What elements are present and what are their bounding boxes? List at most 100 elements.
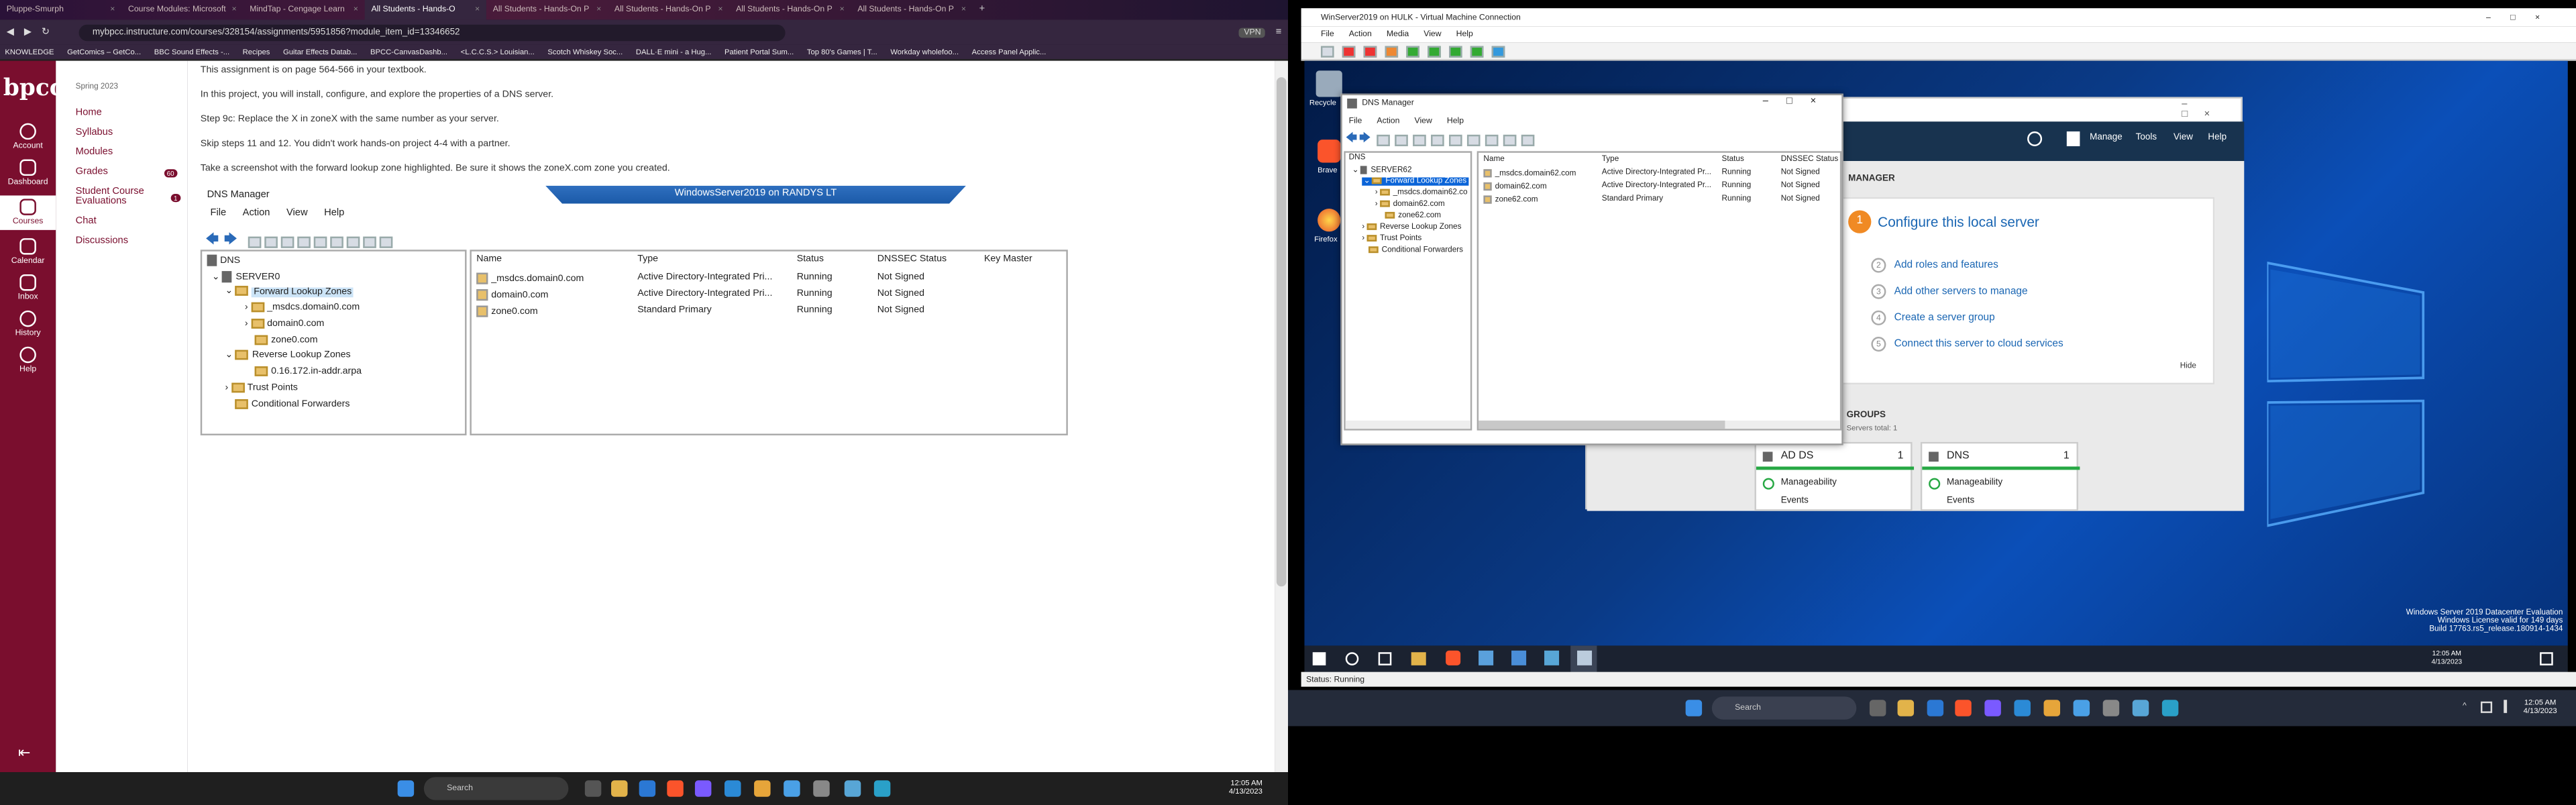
bookmark[interactable]: Access Panel Applic... xyxy=(972,48,1046,56)
step-5[interactable]: 5 Connect this server to cloud services xyxy=(1871,337,2063,352)
browser-tab[interactable]: MindTap - Cengage Learn × xyxy=(243,0,364,19)
row-name[interactable]: zone62.com xyxy=(1483,195,1538,205)
task-view-icon[interactable] xyxy=(1869,700,1886,716)
save-icon[interactable] xyxy=(1385,45,1399,57)
configure-link[interactable]: Configure this local server xyxy=(1878,213,2039,229)
bookmark[interactable]: BPCC-CanvasDashb... xyxy=(370,48,447,56)
menu-item[interactable]: File xyxy=(1349,117,1362,127)
file-explorer-icon[interactable] xyxy=(611,780,628,797)
new-tab-icon[interactable]: + xyxy=(979,5,985,15)
bookmark[interactable]: KNOWLEDGE xyxy=(5,48,54,56)
toolbar-icon[interactable] xyxy=(1395,134,1409,146)
browser-tab[interactable]: All Students - Hands-On P × xyxy=(608,0,729,19)
server-manager-icon[interactable] xyxy=(1479,650,1494,665)
close-icon[interactable]: × xyxy=(354,5,358,15)
nav-dashboard[interactable]: Dashboard xyxy=(0,159,56,187)
step-2[interactable]: 2 Add roles and features xyxy=(1871,258,1998,273)
close-icon[interactable]: × xyxy=(475,5,480,15)
tree-scrollbar[interactable] xyxy=(1345,420,1470,429)
browser-tab[interactable]: All Students - Hands-On P × xyxy=(851,0,973,19)
close-icon[interactable]: × xyxy=(840,5,845,15)
tree-node[interactable]: › _msdcs.domain62.co xyxy=(1375,189,1468,198)
taskbar-search[interactable]: Search xyxy=(423,777,569,800)
reset-icon[interactable] xyxy=(1449,45,1462,57)
forward-arrow-icon[interactable]: 🡆 xyxy=(1359,131,1371,150)
taskbar-search[interactable]: Search xyxy=(1711,696,1857,720)
tree-node[interactable]: zone62.com xyxy=(1385,211,1441,221)
vm-clock[interactable]: 12:05 AM 4/13/2023 xyxy=(2431,649,2462,665)
close-icon[interactable]: × xyxy=(110,5,115,15)
forward-icon[interactable]: ▶ xyxy=(24,26,32,38)
back-arrow-icon[interactable]: 🡄 xyxy=(1346,131,1358,150)
toolbar-icon[interactable] xyxy=(1377,134,1391,146)
bookmark[interactable]: Guitar Effects Datab... xyxy=(283,48,357,56)
tree-node-selected[interactable]: ⌄ Forward Lookup Zones xyxy=(1362,177,1468,186)
terminal-icon[interactable] xyxy=(813,780,830,797)
menu-help[interactable]: Help xyxy=(2208,133,2226,143)
bookmark[interactable]: Workday wholefoo... xyxy=(890,48,959,56)
column-header[interactable]: Type xyxy=(1602,156,1619,164)
app-icon[interactable] xyxy=(754,780,771,797)
role-tile-dns[interactable]: DNS 1 Manageability Events xyxy=(1920,441,2080,511)
hide-link[interactable]: Hide xyxy=(2180,363,2196,371)
app-icon[interactable] xyxy=(873,780,891,797)
step-3[interactable]: 3 Add other servers to manage xyxy=(1871,284,2028,299)
brave-icon[interactable] xyxy=(1955,700,1972,716)
vpn-badge[interactable]: VPN xyxy=(1239,27,1266,38)
nav-account[interactable]: Account xyxy=(0,123,56,151)
back-icon[interactable]: ◀ xyxy=(7,26,14,38)
vscode-icon[interactable] xyxy=(724,780,741,797)
tree-node[interactable]: › Trust Points xyxy=(1362,235,1421,244)
column-header[interactable]: Name xyxy=(1483,156,1504,164)
menu-view[interactable]: View xyxy=(2174,133,2193,143)
browser-tab[interactable]: All Students - Hands-On P × xyxy=(486,0,608,19)
app-icon[interactable] xyxy=(2043,700,2061,716)
bookmark[interactable]: Top 80's Games | T... xyxy=(807,48,877,56)
toolbar-icon[interactable] xyxy=(1450,134,1463,146)
column-header[interactable]: Status xyxy=(1722,156,1744,164)
row-name[interactable]: domain62.com xyxy=(1483,182,1547,192)
course-link-evaluations[interactable]: Student Course Evaluations 1 xyxy=(76,187,181,207)
enhanced-session-icon[interactable] xyxy=(1491,45,1505,57)
bookmark[interactable]: Recipes xyxy=(243,48,270,56)
row-name[interactable]: _msdcs.domain62.com xyxy=(1483,169,1576,178)
course-link-syllabus[interactable]: Syllabus xyxy=(76,128,188,138)
menu-icon[interactable]: ≡ xyxy=(1276,27,1282,37)
refresh-icon[interactable] xyxy=(2027,131,2043,146)
tree-node[interactable]: DNS xyxy=(1349,154,1366,162)
menu-view[interactable]: View xyxy=(1424,30,1441,40)
ctrl-alt-del-icon[interactable] xyxy=(1320,45,1334,57)
windows-start-icon[interactable] xyxy=(1312,652,1326,665)
network-icon[interactable] xyxy=(2480,701,2493,713)
list-scrollbar[interactable] xyxy=(1479,420,1840,429)
bpcc-logo[interactable]: bpcc xyxy=(3,66,64,115)
toolbar-icon[interactable] xyxy=(1521,134,1536,146)
pause-icon[interactable] xyxy=(1406,45,1419,57)
toolbar-icon[interactable] xyxy=(1486,134,1499,146)
app-icon[interactable] xyxy=(1511,650,1527,665)
menu-item[interactable]: View xyxy=(1414,117,1432,127)
tree-node[interactable]: ⌄ SERVER62 xyxy=(1352,166,1412,175)
bookmark[interactable]: DALL·E mini - a Hug... xyxy=(636,48,712,56)
course-link-grades[interactable]: Grades 60 xyxy=(76,168,188,177)
nav-inbox[interactable]: Inbox xyxy=(0,274,56,303)
course-link-home[interactable]: Home xyxy=(76,109,188,119)
brave-icon[interactable] xyxy=(1446,650,1461,665)
app-icon[interactable] xyxy=(1984,700,2001,716)
tree-node[interactable]: › domain62.com xyxy=(1375,200,1445,209)
course-link-modules[interactable]: Modules xyxy=(76,148,188,158)
menu-help[interactable]: Help xyxy=(1456,30,1473,40)
volume-icon[interactable] xyxy=(2504,700,2514,713)
bookmark[interactable]: <L.C.C.S.> Louisian... xyxy=(461,48,535,56)
menu-item[interactable]: Help xyxy=(1447,117,1464,127)
browser-tab[interactable]: All Students - Hands-On P × xyxy=(729,0,851,19)
url-field[interactable]: mybpcc.instructure.com/courses/328154/as… xyxy=(79,23,786,40)
column-header[interactable]: DNSSEC Status xyxy=(1781,156,1839,164)
browser-tab-active[interactable]: All Students - Hands-O × xyxy=(364,0,486,20)
scrollbar-thumb[interactable] xyxy=(1276,77,1287,587)
tree-node[interactable]: Conditional Forwarders xyxy=(1368,246,1463,255)
toolbar-icon[interactable] xyxy=(1432,134,1445,146)
firefox-icon[interactable] xyxy=(1318,209,1341,232)
notification-icon[interactable] xyxy=(2540,652,2553,665)
brave-icon[interactable] xyxy=(1318,140,1341,163)
